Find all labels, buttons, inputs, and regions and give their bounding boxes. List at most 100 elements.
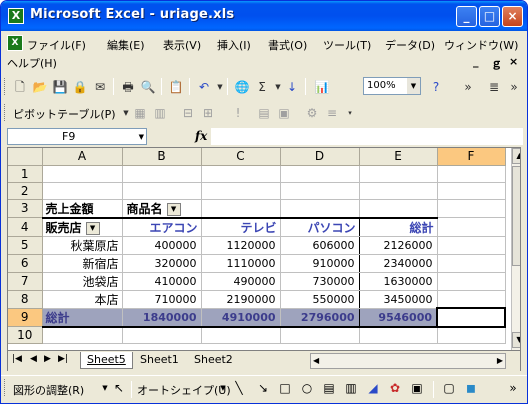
- cell[interactable]: [437, 217, 506, 237]
- cell[interactable]: [201, 326, 281, 344]
- cell[interactable]: [437, 272, 506, 291]
- column-header-d[interactable]: D: [280, 148, 360, 166]
- cell[interactable]: [122, 326, 202, 344]
- close-button[interactable]: ×: [502, 6, 523, 27]
- shadow-style-icon[interactable]: ▢: [441, 380, 457, 396]
- select-all-corner[interactable]: [8, 148, 43, 166]
- chevron-down-icon[interactable]: ▼: [85, 221, 100, 235]
- menu-insert[interactable]: 挿入(I): [217, 37, 251, 53]
- cell[interactable]: [359, 199, 438, 218]
- chevron-down-icon[interactable]: ▼: [407, 78, 420, 94]
- value-cell[interactable]: 730000: [280, 272, 360, 291]
- pivot-table-menu[interactable]: ピボットテーブル(P): [13, 106, 116, 122]
- sort-ascending-icon[interactable]: ↓: [283, 78, 301, 96]
- value-cell[interactable]: 320000: [122, 254, 202, 273]
- help-icon[interactable]: ?: [427, 78, 445, 96]
- toolbar-grip[interactable]: [4, 379, 7, 396]
- total-cell[interactable]: 2126000: [359, 236, 438, 255]
- cell[interactable]: [437, 236, 506, 255]
- cell[interactable]: [201, 199, 281, 218]
- value-cell[interactable]: 710000: [122, 290, 202, 309]
- next-sheet-icon[interactable]: ▶: [44, 354, 51, 364]
- excel-app-icon[interactable]: X: [8, 8, 24, 24]
- tab-sheet5[interactable]: Sheet5: [80, 352, 133, 369]
- doc-restore-button[interactable]: ｇ: [491, 55, 502, 71]
- horizontal-scrollbar[interactable]: ◀ ▶: [310, 353, 506, 369]
- value-cell[interactable]: 1110000: [201, 254, 281, 273]
- cell[interactable]: [359, 182, 438, 200]
- workbook-icon[interactable]: X: [7, 35, 23, 51]
- menu-format[interactable]: 書式(O): [268, 37, 307, 53]
- toolbar-more-icon[interactable]: »: [505, 380, 521, 396]
- total-cell[interactable]: 1630000: [359, 272, 438, 291]
- vertical-scrollbar[interactable]: ▲ ▼: [511, 148, 520, 350]
- doc-minimize-button[interactable]: _: [473, 55, 479, 68]
- cell[interactable]: [359, 165, 438, 183]
- value-cell[interactable]: 490000: [201, 272, 281, 291]
- text-box-icon[interactable]: ▤: [321, 380, 337, 396]
- menu-file[interactable]: ファイル(F): [27, 37, 86, 53]
- pivot-row-field[interactable]: 販売店 ▼: [42, 216, 123, 237]
- value-cell[interactable]: 2190000: [201, 290, 281, 309]
- value-cell[interactable]: 1120000: [201, 236, 281, 255]
- scroll-thumb[interactable]: [512, 166, 520, 266]
- menu-view[interactable]: 表示(V): [163, 37, 201, 53]
- value-cell[interactable]: 606000: [280, 236, 360, 255]
- toolbar-grip[interactable]: [4, 78, 7, 95]
- first-sheet-icon[interactable]: |◀: [12, 354, 22, 364]
- row-header[interactable]: 2: [8, 182, 43, 200]
- value-cell[interactable]: 410000: [122, 272, 202, 291]
- cell[interactable]: [437, 254, 506, 273]
- cell[interactable]: [122, 165, 202, 183]
- field-settings-icon[interactable]: ⚙: [303, 104, 321, 122]
- hide-detail-icon[interactable]: ⊟: [179, 104, 197, 122]
- menu-edit[interactable]: 編集(E): [107, 37, 145, 53]
- menu-data[interactable]: データ(D): [385, 37, 435, 53]
- insert-function-icon[interactable]: fx: [195, 129, 207, 143]
- maximize-button[interactable]: □: [479, 6, 500, 27]
- formula-input[interactable]: [211, 128, 523, 145]
- cell[interactable]: [201, 182, 281, 200]
- include-hidden-icon[interactable]: ▤: [255, 104, 273, 122]
- menu-window[interactable]: ウィンドウ(W): [444, 37, 518, 53]
- cell[interactable]: [201, 165, 281, 183]
- mail-icon[interactable]: ✉: [91, 78, 109, 96]
- active-cell-f9[interactable]: [436, 307, 506, 328]
- grand-total-cell[interactable]: 9546000: [359, 308, 438, 328]
- last-sheet-icon[interactable]: ▶|: [58, 354, 68, 364]
- wordart-icon[interactable]: ▥: [343, 380, 359, 396]
- row-header[interactable]: 7: [8, 272, 43, 291]
- row-header[interactable]: 1: [8, 165, 43, 183]
- paste-icon[interactable]: 📋: [167, 78, 185, 96]
- row-header[interactable]: 4: [8, 217, 43, 237]
- column-header-f[interactable]: F: [437, 148, 506, 166]
- arrow-icon[interactable]: ↘: [255, 380, 271, 396]
- grand-total-cell[interactable]: 4910000: [201, 308, 281, 328]
- minimize-button[interactable]: _: [456, 6, 477, 27]
- insert-picture-icon[interactable]: ▣: [409, 380, 425, 396]
- row-item-label[interactable]: 池袋店: [42, 272, 123, 291]
- toolbar-grip[interactable]: [4, 104, 7, 121]
- value-cell[interactable]: 910000: [280, 254, 360, 273]
- cell[interactable]: [437, 165, 506, 183]
- menu-tools[interactable]: ツール(T): [323, 37, 371, 53]
- menu-help[interactable]: ヘルプ(H): [7, 55, 57, 71]
- row-header[interactable]: 8: [8, 290, 43, 309]
- print-icon[interactable]: 🖶: [119, 78, 137, 96]
- grand-total-header[interactable]: 総計: [359, 216, 438, 237]
- cell[interactable]: [437, 326, 506, 344]
- cell[interactable]: [437, 290, 506, 309]
- toolbar-more-icon[interactable]: »: [505, 78, 523, 96]
- tab-sheet1[interactable]: Sheet1: [134, 352, 185, 369]
- open-folder-icon[interactable]: 📂: [31, 78, 49, 96]
- cell[interactable]: [280, 326, 360, 344]
- pivot-column-field[interactable]: 商品名 ▼: [122, 199, 202, 218]
- show-detail-icon[interactable]: ⊞: [199, 104, 217, 122]
- row-item-label[interactable]: 本店: [42, 290, 123, 309]
- scroll-left-icon[interactable]: ◀: [313, 356, 319, 365]
- grand-total-cell[interactable]: 1840000: [122, 308, 202, 328]
- column-item-label[interactable]: テレビ: [201, 216, 281, 237]
- grand-total-cell[interactable]: 2796000: [280, 308, 360, 328]
- total-cell[interactable]: 3450000: [359, 290, 438, 309]
- column-header-a[interactable]: A: [42, 148, 123, 166]
